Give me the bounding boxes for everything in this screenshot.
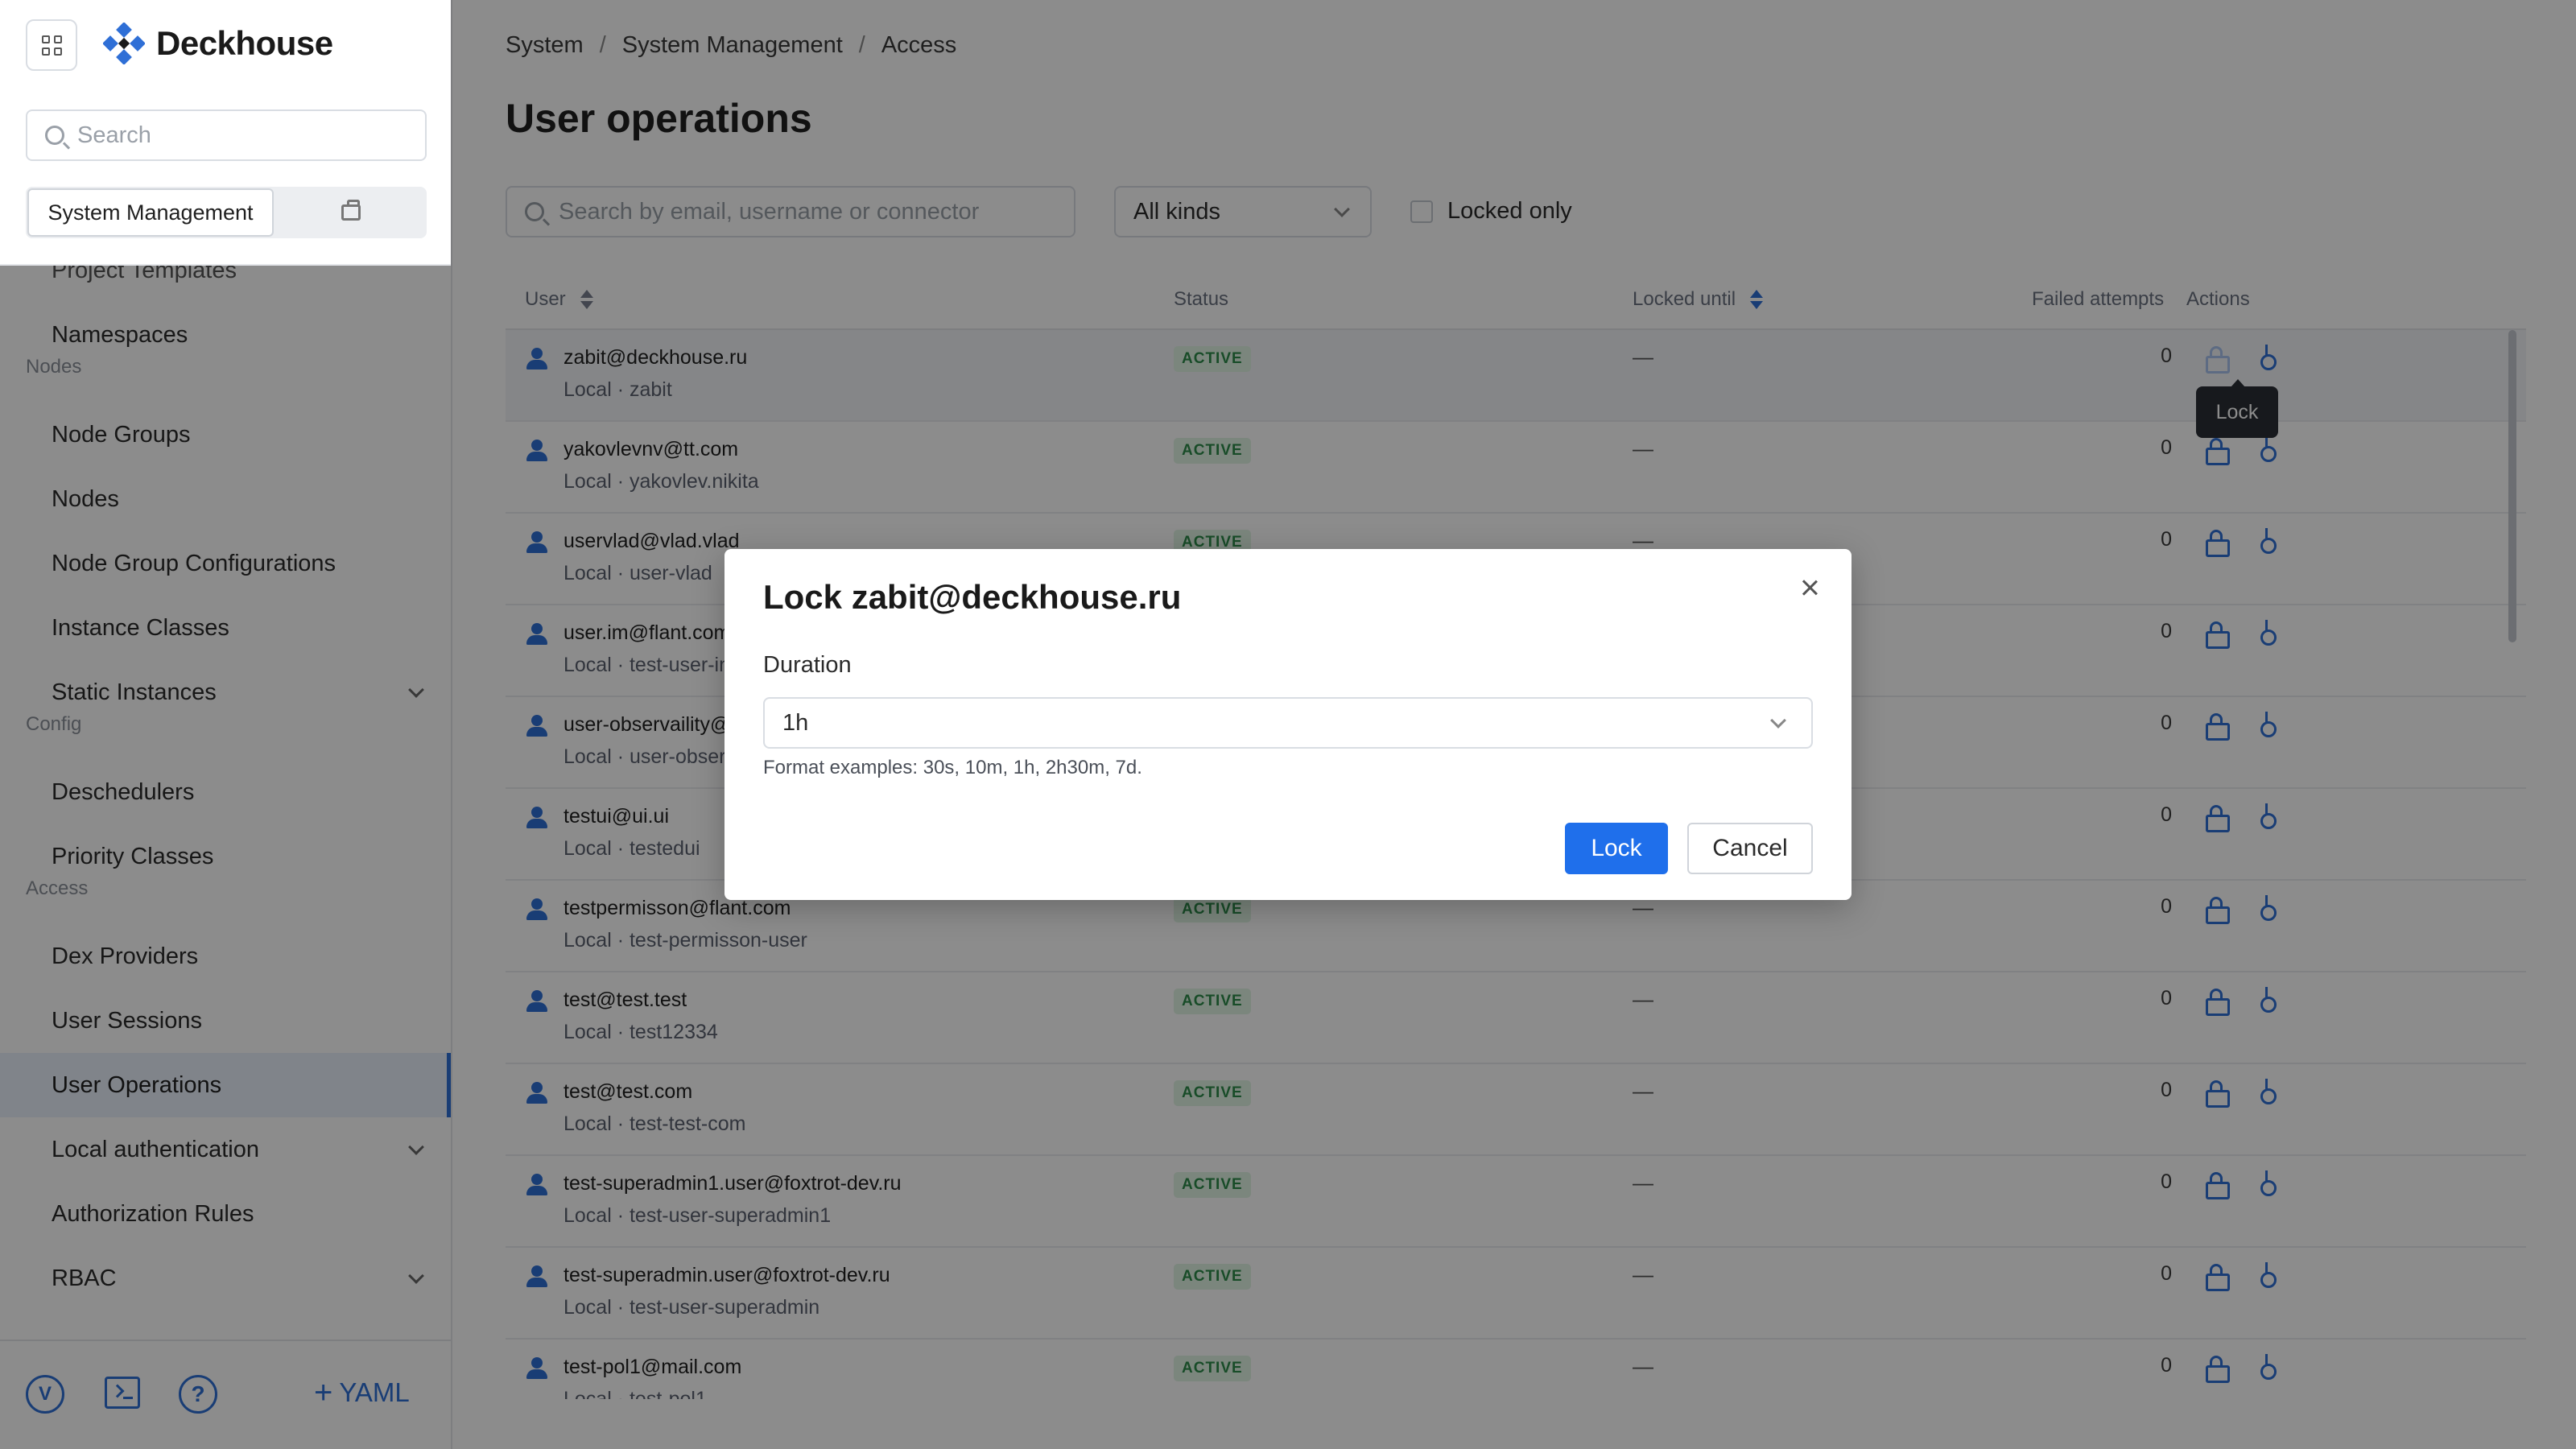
sidebar-search-input[interactable]: Search <box>26 109 427 161</box>
search-icon <box>45 126 64 145</box>
duration-value: 1h <box>782 709 809 736</box>
scope-system-management[interactable]: System Management <box>27 188 274 237</box>
sidebar-search-placeholder: Search <box>77 122 151 148</box>
chevron-down-icon <box>1770 712 1786 729</box>
scope-projects[interactable] <box>275 187 427 238</box>
dialog-title: Lock zabit@deckhouse.ru <box>763 578 1182 616</box>
scope-switcher: System Management <box>26 187 427 238</box>
close-icon[interactable] <box>1795 573 1824 602</box>
duration-label: Duration <box>763 652 852 678</box>
logo[interactable]: Deckhouse <box>103 23 333 64</box>
sidebar-header: Deckhouse Search System Management <box>0 0 451 266</box>
lock-button[interactable]: Lock <box>1565 823 1668 874</box>
briefcase-icon <box>341 200 361 221</box>
duration-select[interactable]: 1h <box>763 697 1813 749</box>
apps-grid-icon <box>41 35 62 56</box>
deckhouse-logo-icon <box>103 23 145 64</box>
duration-help-text: Format examples: 30s, 10m, 1h, 2h30m, 7d… <box>763 757 1142 778</box>
cancel-button[interactable]: Cancel <box>1687 823 1813 874</box>
brand-name: Deckhouse <box>156 24 333 62</box>
lock-user-dialog: Lock zabit@deckhouse.ru Duration 1h Form… <box>724 549 1852 900</box>
apps-menu-button[interactable] <box>26 19 77 71</box>
